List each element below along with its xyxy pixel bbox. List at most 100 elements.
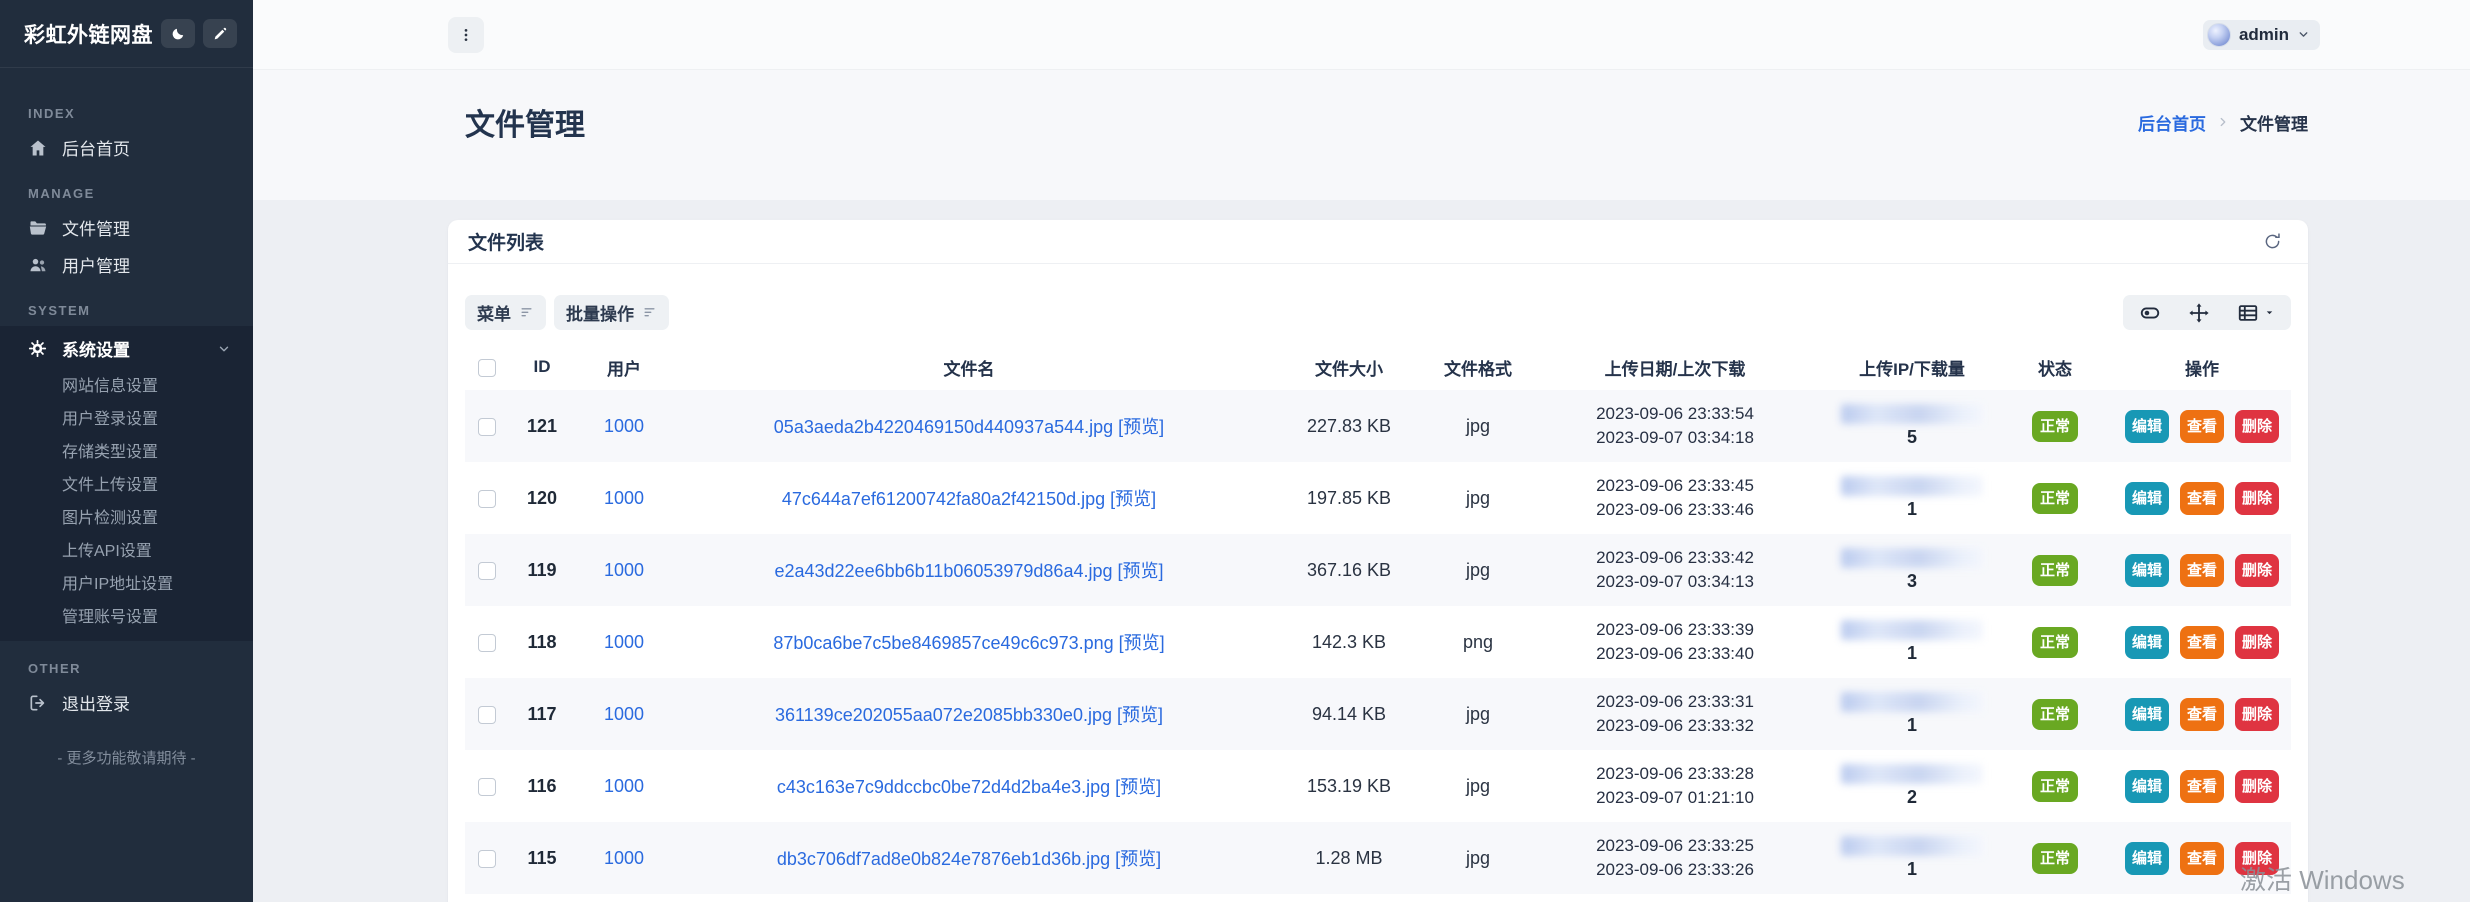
table-row: 120 1000 47c644a7ef61200742fa80a2f42150d…: [465, 462, 2291, 534]
file-format: jpg: [1433, 750, 1523, 822]
upload-date: 2023-09-06 23:33:42: [1523, 546, 1827, 570]
user-cell: 1000: [575, 534, 673, 606]
filename-link[interactable]: 47c644a7ef61200742fa80a2f42150d.jpg: [782, 489, 1105, 509]
table-row: 116 1000 c43c163e7c9ddccbc0be72d4d2ba4e3…: [465, 750, 2291, 822]
sidebar-subitem-upload-api[interactable]: 上传API设置: [0, 532, 253, 565]
sidebar-subitem-user-ip[interactable]: 用户IP地址设置: [0, 565, 253, 598]
preview-link[interactable]: [预览]: [1110, 489, 1156, 509]
user-cell: 1000: [575, 462, 673, 534]
delete-button[interactable]: 删除: [2235, 770, 2279, 803]
user-link[interactable]: 1000: [604, 632, 644, 652]
preview-link[interactable]: [预览]: [1115, 849, 1161, 869]
view-button[interactable]: 查看: [2180, 482, 2224, 515]
delete-button[interactable]: 删除: [2235, 554, 2279, 587]
status-badge: 正常: [2032, 699, 2078, 730]
batch-actions-button[interactable]: 批量操作: [554, 295, 669, 330]
delete-button[interactable]: 删除: [2235, 698, 2279, 731]
sidebar-subitem-user-login[interactable]: 用户登录设置: [0, 400, 253, 433]
file-format: jpg: [1433, 390, 1523, 462]
row-checkbox[interactable]: [478, 418, 496, 436]
menu-button[interactable]: 菜单: [465, 295, 546, 330]
edit-button[interactable]: 编辑: [2125, 554, 2169, 587]
sidebar-item-logout[interactable]: 退出登录: [0, 684, 253, 721]
actions-cell: 编辑 查看 删除: [2113, 390, 2291, 462]
sidebar-item-users[interactable]: 用户管理: [0, 246, 253, 283]
preview-link[interactable]: [预览]: [1117, 705, 1163, 725]
edit-button[interactable]: 编辑: [2125, 842, 2169, 875]
preview-link[interactable]: [预览]: [1118, 561, 1164, 581]
page-header: 文件管理 后台首页 文件管理: [253, 70, 2470, 200]
view-button[interactable]: 查看: [2180, 698, 2224, 731]
row-checkbox[interactable]: [478, 850, 496, 868]
user-menu[interactable]: admin: [2203, 20, 2320, 50]
user-link[interactable]: 1000: [604, 848, 644, 868]
last-download-date: 2023-09-07 03:34:13: [1523, 570, 1827, 594]
user-cell: 1000: [575, 678, 673, 750]
row-select-cell: [465, 822, 509, 894]
row-checkbox[interactable]: [478, 490, 496, 508]
refresh-button[interactable]: [2262, 231, 2283, 252]
edit-button[interactable]: 编辑: [2125, 482, 2169, 515]
sidebar-item-files[interactable]: 文件管理: [0, 209, 253, 246]
preview-link[interactable]: [预览]: [1118, 417, 1164, 437]
file-id: 116: [509, 750, 575, 822]
select-all-checkbox[interactable]: [478, 359, 496, 377]
view-button[interactable]: 查看: [2180, 554, 2224, 587]
user-link[interactable]: 1000: [604, 560, 644, 580]
status-badge: 正常: [2032, 555, 2078, 586]
row-checkbox[interactable]: [478, 562, 496, 580]
select-all-cell: [465, 344, 509, 390]
topbar-menu-button[interactable]: [448, 17, 484, 53]
toggle-columns-button[interactable]: [2139, 302, 2161, 324]
delete-button[interactable]: 删除: [2235, 410, 2279, 443]
sidebar-subitem-admin-account[interactable]: 管理账号设置: [0, 598, 253, 631]
filename-link[interactable]: 361139ce202055aa072e2085bb330e0.jpg: [775, 705, 1112, 725]
row-checkbox[interactable]: [478, 778, 496, 796]
column-header-user: 用户: [575, 344, 673, 390]
theme-button[interactable]: [203, 19, 237, 48]
view-button[interactable]: 查看: [2180, 410, 2224, 443]
dark-mode-button[interactable]: [161, 19, 195, 48]
user-link[interactable]: 1000: [604, 704, 644, 724]
edit-button[interactable]: 编辑: [2125, 410, 2169, 443]
edit-button[interactable]: 编辑: [2125, 770, 2169, 803]
date-cell: 2023-09-06 23:33:25 2023-09-06 23:33:26: [1523, 822, 1827, 894]
sidebar-subitem-file-upload[interactable]: 文件上传设置: [0, 466, 253, 499]
drag-reorder-button[interactable]: [2188, 302, 2210, 324]
sidebar-subitem-image-check[interactable]: 图片检测设置: [0, 499, 253, 532]
table-layout-button[interactable]: [2237, 302, 2275, 324]
preview-link[interactable]: [预览]: [1119, 633, 1165, 653]
upload-date: 2023-09-06 23:33:39: [1523, 618, 1827, 642]
edit-button[interactable]: 编辑: [2125, 626, 2169, 659]
status-cell: 正常: [1997, 822, 2113, 894]
delete-button[interactable]: 删除: [2235, 482, 2279, 515]
view-button[interactable]: 查看: [2180, 626, 2224, 659]
user-link[interactable]: 1000: [604, 488, 644, 508]
row-checkbox[interactable]: [478, 706, 496, 724]
sidebar-item-dashboard[interactable]: 后台首页: [0, 129, 253, 166]
view-button[interactable]: 查看: [2180, 842, 2224, 875]
preview-link[interactable]: [预览]: [1115, 777, 1161, 797]
filename-link[interactable]: 05a3aeda2b4220469150d440937a544.jpg: [774, 417, 1113, 437]
filename-link[interactable]: e2a43d22ee6bb6b11b06053979d86a4.jpg: [774, 561, 1112, 581]
filename-link[interactable]: 87b0ca6be7c5be8469857ce49c6c973.png: [773, 633, 1113, 653]
download-count: 1: [1827, 499, 1997, 520]
table-row: 118 1000 87b0ca6be7c5be8469857ce49c6c973…: [465, 606, 2291, 678]
filename-link[interactable]: db3c706df7ad8e0b824e7876eb1d36b.jpg: [777, 849, 1110, 869]
filename-link[interactable]: c43c163e7c9ddccbc0be72d4d2ba4e3.jpg: [777, 777, 1110, 797]
delete-button[interactable]: 删除: [2235, 626, 2279, 659]
status-cell: 正常: [1997, 678, 2113, 750]
user-link[interactable]: 1000: [604, 416, 644, 436]
edit-button[interactable]: 编辑: [2125, 698, 2169, 731]
sidebar-subitem-site-info[interactable]: 网站信息设置: [0, 367, 253, 400]
blurred-ip: [1841, 548, 1983, 568]
user-link[interactable]: 1000: [604, 776, 644, 796]
breadcrumb-home-link[interactable]: 后台首页: [2138, 110, 2206, 135]
table-row: 115 1000 db3c706df7ad8e0b824e7876eb1d36b…: [465, 822, 2291, 894]
row-checkbox[interactable]: [478, 634, 496, 652]
file-size: 227.83 KB: [1265, 390, 1433, 462]
moon-icon: [170, 26, 186, 42]
view-button[interactable]: 查看: [2180, 770, 2224, 803]
sidebar-subitem-storage-type[interactable]: 存储类型设置: [0, 433, 253, 466]
sidebar-item-system-settings[interactable]: 系统设置: [0, 330, 253, 367]
